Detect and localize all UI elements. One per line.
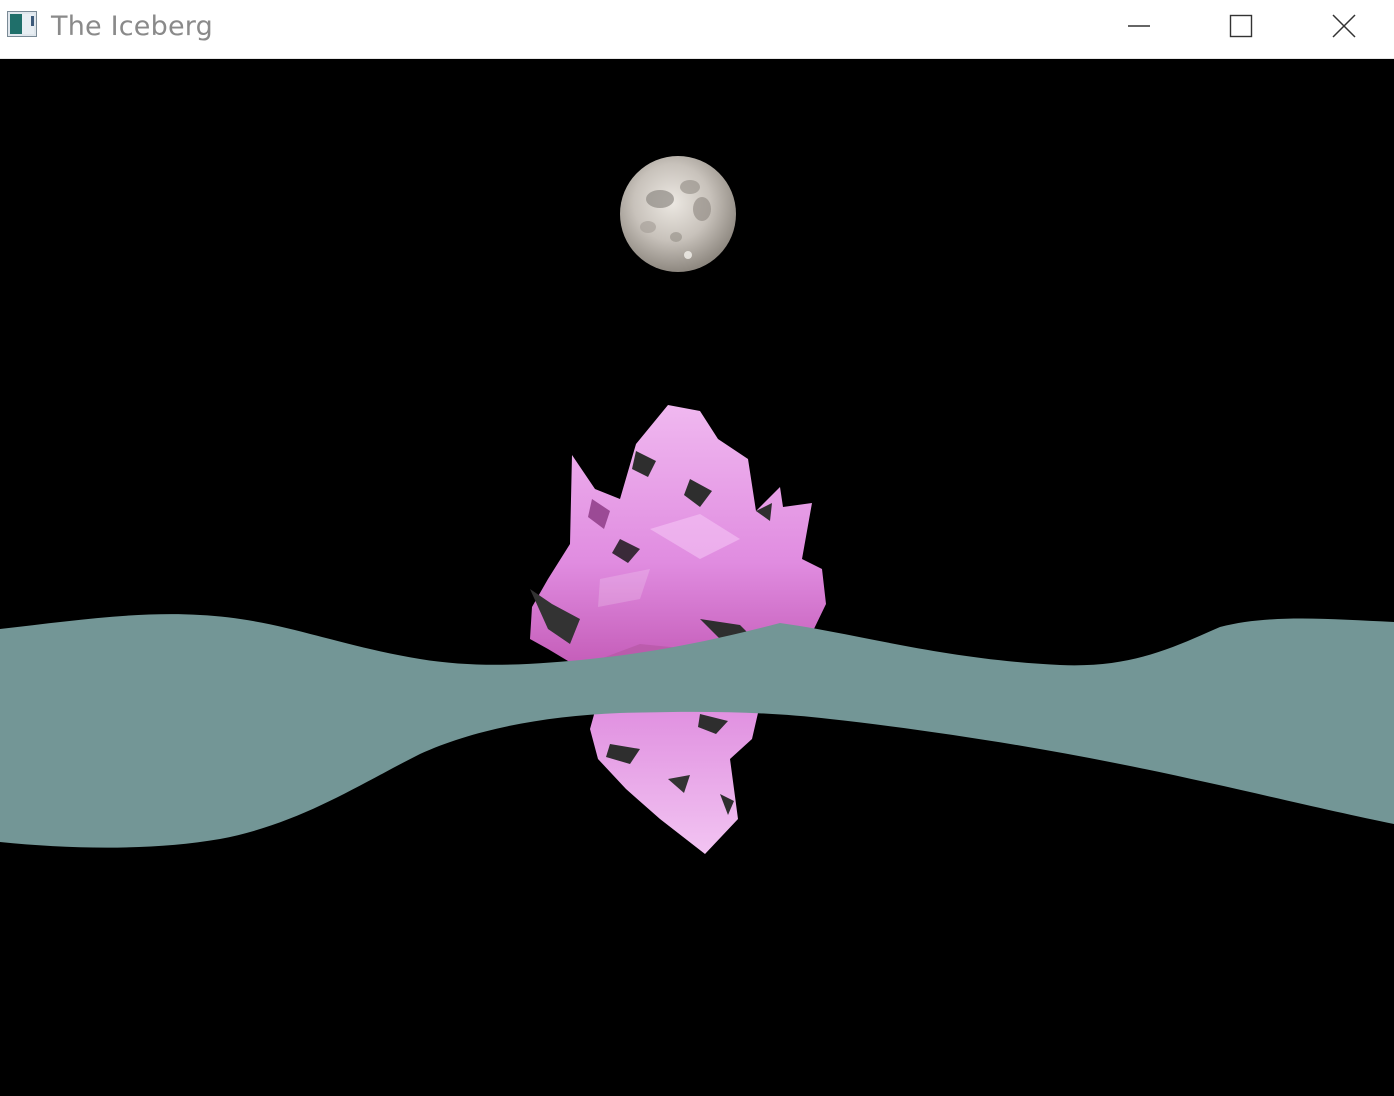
minimize-button[interactable] (1087, 0, 1191, 52)
close-icon (1331, 13, 1357, 39)
maximize-icon (1229, 14, 1253, 38)
app-window-icon[interactable] (7, 11, 37, 37)
minimize-icon (1127, 14, 1151, 38)
maximize-button[interactable] (1189, 0, 1293, 52)
moon (620, 156, 736, 272)
app-window: The Iceberg (0, 0, 1394, 1096)
scene-canvas (0, 59, 1394, 1096)
window-title: The Iceberg (51, 11, 213, 42)
render-viewport[interactable] (0, 59, 1394, 1096)
close-button[interactable] (1292, 0, 1394, 52)
title-bar[interactable]: The Iceberg (0, 0, 1394, 59)
